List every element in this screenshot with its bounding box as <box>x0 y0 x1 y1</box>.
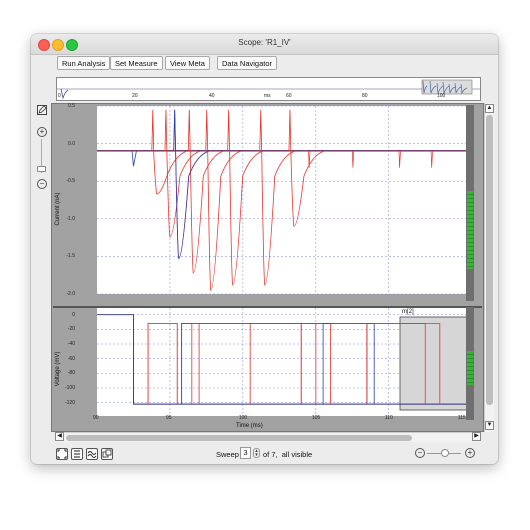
voltage-xtick-3: 105 <box>311 415 321 421</box>
set-measure-button[interactable]: Set Measure <box>110 56 163 70</box>
overview-plot[interactable]: 0 20 40 ms 60 80 100 <box>56 77 481 101</box>
voltage-ytick-1: -20 <box>67 326 75 333</box>
voltage-ytick-2: -40 <box>67 341 75 347</box>
horizontal-scroll-thumb[interactable] <box>66 435 412 441</box>
fit-window-icon[interactable] <box>56 448 68 460</box>
current-level-fill <box>467 191 473 269</box>
current-ytick-1: 0.0 <box>68 140 75 147</box>
overview-tick-100: 100 <box>437 93 446 99</box>
edit-icon[interactable] <box>37 105 47 115</box>
voltage-ytick-4: -80 <box>67 370 75 377</box>
data-navigator-button[interactable]: Data Navigator <box>217 56 278 70</box>
current-ytick-0: 0.5 <box>68 103 75 109</box>
vertical-zoom-thumb[interactable] <box>37 166 46 172</box>
voltage-ytick-0: 0 <box>72 311 75 318</box>
current-ytick-3: -1.0 <box>66 215 75 222</box>
window-title: Scope: 'R1_IV' <box>238 38 291 47</box>
current-level-meter <box>466 105 474 301</box>
voltage-level-fill <box>467 351 473 385</box>
overview-tick-60: 60 <box>286 93 292 99</box>
voltage-xtick-5: 115 <box>457 415 466 421</box>
traces-icon[interactable] <box>86 448 98 460</box>
current-ytick-5: -2.0 <box>66 291 75 297</box>
sweep-count-text: of 7, all visible <box>263 450 313 459</box>
scroll-left-button[interactable]: ◀ <box>55 432 64 441</box>
overview-tick-40: 40 <box>209 93 215 99</box>
voltage-plot[interactable] <box>52 306 471 420</box>
horizontal-zoom-thumb[interactable] <box>441 449 449 457</box>
overview-tick-0: 0 <box>58 93 61 99</box>
current-ytick-2: -0.5 <box>66 178 75 185</box>
vertical-scrollbar[interactable] <box>484 103 494 432</box>
vertical-scroll-thumb[interactable] <box>486 115 493 405</box>
view-meta-button[interactable]: View Meta <box>165 56 210 70</box>
voltage-xtick-4: 110 <box>384 415 393 421</box>
overview-start-transient <box>60 88 69 100</box>
overview-unit: ms <box>264 93 271 99</box>
overview-viewport[interactable] <box>421 79 473 95</box>
sweep-stepper[interactable]: ▴ ▾ <box>253 448 260 458</box>
list-icon[interactable] <box>71 448 83 460</box>
sweep-label: Sweep <box>216 450 239 459</box>
run-analysis-button[interactable]: Run Analysis <box>57 56 111 70</box>
horizontal-zoom-in-icon[interactable]: + <box>465 448 475 458</box>
voltage-xtick-1: 95 <box>165 415 172 421</box>
voltage-x-label: Time (ms) <box>236 423 263 429</box>
measure-region-m2[interactable] <box>399 316 471 411</box>
voltage-ytick-6: -120 <box>64 399 75 406</box>
overview-tick-80: 80 <box>362 93 368 99</box>
scroll-down-button[interactable]: ▼ <box>485 421 494 430</box>
zoom-in-icon[interactable]: + <box>37 127 47 137</box>
voltage-ytick-3: -60 <box>67 355 75 362</box>
sweep-number-input[interactable]: 3 <box>240 447 251 459</box>
voltage-xtick-2: 100 <box>238 415 248 421</box>
title-bar: Scope: 'R1_IV' <box>31 34 498 55</box>
current-ytick-4: -1.5 <box>66 253 75 260</box>
voltage-ytick-5: -100 <box>64 385 75 391</box>
overview-tick-20: 20 <box>132 93 138 99</box>
current-plot-background <box>97 106 469 294</box>
voltage-level-meter <box>466 307 474 420</box>
horizontal-zoom-out-icon[interactable]: − <box>415 448 425 458</box>
horizontal-scrollbar[interactable] <box>56 432 481 442</box>
zoom-out-icon[interactable]: − <box>37 179 47 189</box>
scroll-right-button[interactable]: ▶ <box>472 432 481 441</box>
measure-label: m[2] <box>402 309 414 315</box>
scope-window: Scope: 'R1_IV' Run Analysis Set Measure … <box>31 34 498 464</box>
copy-windows-icon[interactable] <box>101 448 113 460</box>
scroll-up-button[interactable]: ▲ <box>485 104 494 113</box>
voltage-xtick-0: 90 <box>93 415 99 421</box>
current-plot[interactable] <box>52 104 471 304</box>
